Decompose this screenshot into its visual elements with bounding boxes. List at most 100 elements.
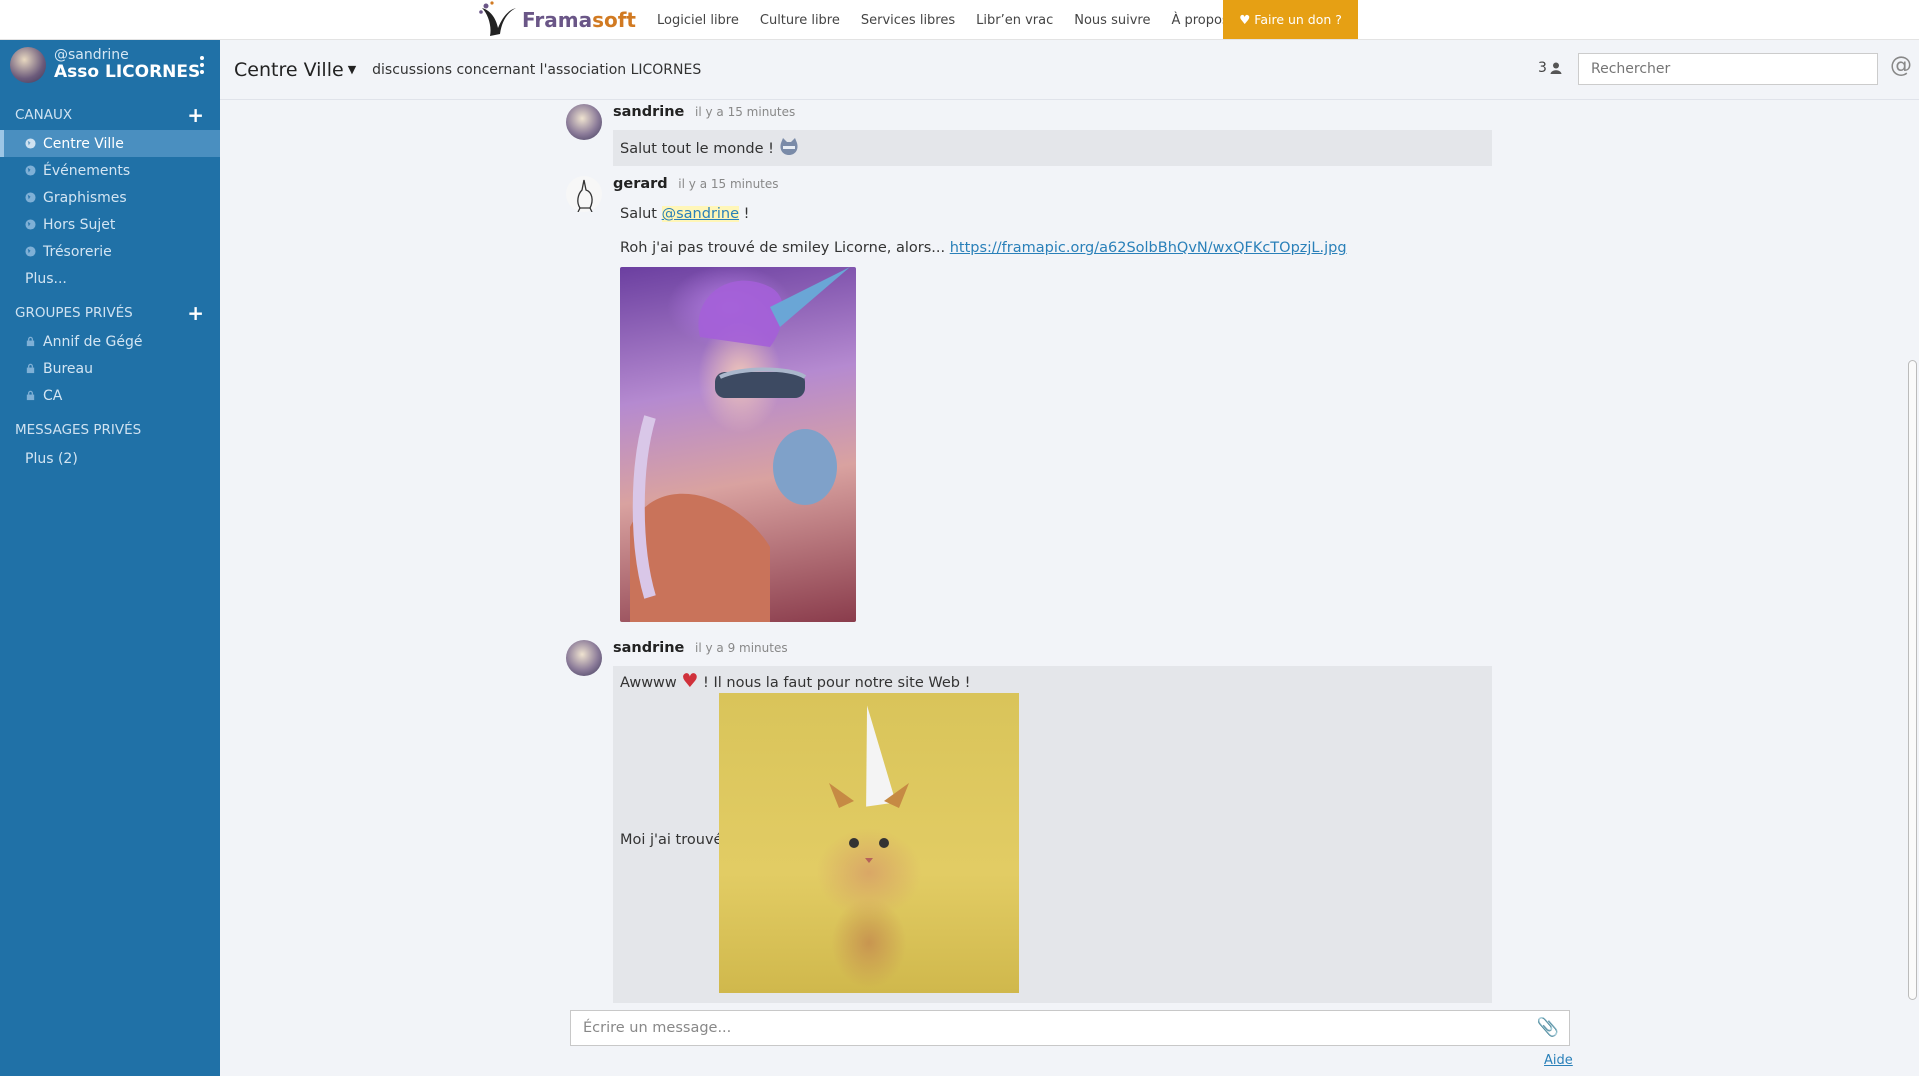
nav-a-propos[interactable]: À propos <box>1171 13 1228 28</box>
donate-button[interactable]: ♥ Faire un don ? <box>1223 0 1358 39</box>
framasoft-logo-icon <box>479 1 516 36</box>
attachment-icon[interactable]: 📎 <box>1537 1017 1559 1038</box>
help-link[interactable]: Aide <box>1544 1053 1573 1068</box>
donate-label: Faire un don ? <box>1254 12 1342 27</box>
search-input[interactable] <box>1578 53 1878 85</box>
post-time[interactable]: il y a 15 minutes <box>695 105 795 119</box>
kitten-illustration <box>829 783 909 863</box>
post-time[interactable]: il y a 15 minutes <box>678 177 778 191</box>
scrollbar[interactable] <box>1908 100 1917 1002</box>
sidebar-item-label: Trésorerie <box>43 243 112 260</box>
channels-title-label: CANAUX <box>15 107 73 123</box>
post-author[interactable]: sandrine <box>613 104 684 120</box>
sidebar-item-hors-sujet[interactable]: Hors Sujet <box>0 211 220 238</box>
post-gerard: gerard il y a 15 minutes Salut @sandrine… <box>566 176 1492 622</box>
post-line-1: Awwww ♥ ! Il nous la faut pour notre sit… <box>620 670 970 692</box>
brand-name-frama: Frama <box>522 8 593 32</box>
brand-name-soft: soft <box>592 8 636 32</box>
post-text: Moi j'ai trouvé <box>620 832 723 848</box>
lock-icon <box>26 390 35 401</box>
message-input-placeholder: Écrire un message... <box>583 1020 732 1036</box>
post-line-1: Salut @sandrine ! <box>613 206 1492 222</box>
team-header[interactable]: @sandrine Asso LICORNES <box>0 40 220 90</box>
sidebar-item-graphismes[interactable]: Graphismes <box>0 184 220 211</box>
post-header: sandrine il y a 9 minutes <box>613 640 788 656</box>
framasoft-nav-links: Logiciel libre Culture libre Services li… <box>657 0 1250 40</box>
current-username: @sandrine <box>54 46 129 63</box>
add-private-group-icon[interactable]: + <box>187 303 204 323</box>
post-time[interactable]: il y a 9 minutes <box>695 641 788 655</box>
unicorn-avatar-icon <box>577 179 593 213</box>
user-icon <box>1550 62 1562 74</box>
post-body: Awwww ♥ ! Il nous la faut pour notre sit… <box>613 666 1492 1003</box>
sidebar-item-label: Graphismes <box>43 189 127 206</box>
brand-name: Framasoft <box>522 8 636 32</box>
sidebar-item-centre-ville[interactable]: Centre Ville <box>0 130 220 157</box>
sidebar-item-label: Annif de Gégé <box>43 333 143 350</box>
framasoft-brand[interactable]: Framasoft <box>478 0 636 40</box>
globe-icon <box>25 138 36 149</box>
nav-nous-suivre[interactable]: Nous suivre <box>1074 13 1150 28</box>
channels-more-link[interactable]: Plus... <box>0 265 220 292</box>
user-avatar <box>10 47 46 83</box>
post-body: Salut tout le monde ! <box>613 130 1492 166</box>
member-count-button[interactable]: 3 <box>1538 60 1562 76</box>
add-channel-icon[interactable]: + <box>187 105 204 125</box>
sidebar-item-tresorerie[interactable]: Trésorerie <box>0 238 220 265</box>
nav-culture-libre[interactable]: Culture libre <box>760 13 840 28</box>
globe-icon <box>25 246 36 257</box>
sidebar: @sandrine Asso LICORNES CANAUX + Centre … <box>0 40 220 1076</box>
message-input[interactable]: Écrire un message... 📎 <box>570 1010 1570 1046</box>
heart-icon: ♥ <box>681 670 699 692</box>
direct-messages-more-link[interactable]: Plus (2) <box>0 445 220 472</box>
private-groups-title-label: GROUPES PRIVÉS <box>15 305 133 321</box>
heart-icon: ♥ <box>1239 12 1251 27</box>
globe-icon <box>25 165 36 176</box>
post-header: sandrine il y a 15 minutes <box>613 104 795 120</box>
post-text: Salut tout le monde ! <box>620 141 774 157</box>
mention-link[interactable]: @sandrine <box>661 206 740 222</box>
channel-name-dropdown[interactable]: Centre Ville ▼ <box>234 59 356 81</box>
member-count: 3 <box>1538 60 1547 76</box>
channel-header: Centre Ville ▼ discussions concernant l'… <box>220 40 1919 100</box>
sidebar-item-label: Centre Ville <box>43 135 124 152</box>
sidebar-item-label: Événements <box>43 162 131 179</box>
channel-name: Centre Ville <box>234 58 344 81</box>
image-link[interactable]: https://framapic.org/a62SolbBhQvN/wxQFKc… <box>950 240 1347 256</box>
lock-icon <box>26 363 35 374</box>
globe-icon <box>25 219 36 230</box>
sidebar-item-annif-de-gege[interactable]: Annif de Gégé <box>0 328 220 355</box>
post-text: Salut <box>620 206 662 222</box>
unicorn-image-illustration <box>630 267 850 622</box>
mentions-icon[interactable]: @ <box>1890 53 1912 78</box>
unicorn-image[interactable] <box>620 267 856 622</box>
scrollbar-thumb[interactable] <box>1908 360 1917 1000</box>
unicorn-kitten-image[interactable] <box>719 693 1019 993</box>
post-text: ! Il nous la faut pour notre site Web ! <box>698 675 971 691</box>
channel-purpose: discussions concernant l'association LIC… <box>372 61 702 78</box>
nav-libre-en-vrac[interactable]: Libr’en vrac <box>976 13 1053 28</box>
post-author[interactable]: sandrine <box>613 640 684 656</box>
direct-messages-section-title: MESSAGES PRIVÉS <box>0 415 220 445</box>
globe-icon <box>25 192 36 203</box>
post-author[interactable]: gerard <box>613 176 668 192</box>
direct-messages-title-label: MESSAGES PRIVÉS <box>15 422 142 438</box>
nav-services-libres[interactable]: Services libres <box>861 13 955 28</box>
sidebar-item-label: Hors Sujet <box>43 216 116 233</box>
avatar <box>566 176 602 213</box>
chevron-down-icon: ▼ <box>347 63 357 76</box>
sidebar-item-bureau[interactable]: Bureau <box>0 355 220 382</box>
avatar <box>566 640 602 676</box>
sidebar-item-label: CA <box>43 387 63 404</box>
main-menu-icon[interactable] <box>200 56 204 77</box>
avatar <box>566 104 602 140</box>
nav-logiciel-libre[interactable]: Logiciel libre <box>657 13 739 28</box>
sidebar-item-ca[interactable]: CA <box>0 382 220 409</box>
post-text: Roh j'ai pas trouvé de smiley Licorne, a… <box>620 240 950 256</box>
post-text: Awwww <box>620 675 682 691</box>
channels-section-title: CANAUX + <box>0 100 220 130</box>
post-sandrine-1: sandrine il y a 15 minutes Salut tout le… <box>566 104 1492 168</box>
team-names: @sandrine Asso LICORNES <box>54 46 200 82</box>
post-sandrine-2: sandrine il y a 9 minutes Awwww ♥ ! Il n… <box>566 640 1492 1005</box>
sidebar-item-evenements[interactable]: Événements <box>0 157 220 184</box>
